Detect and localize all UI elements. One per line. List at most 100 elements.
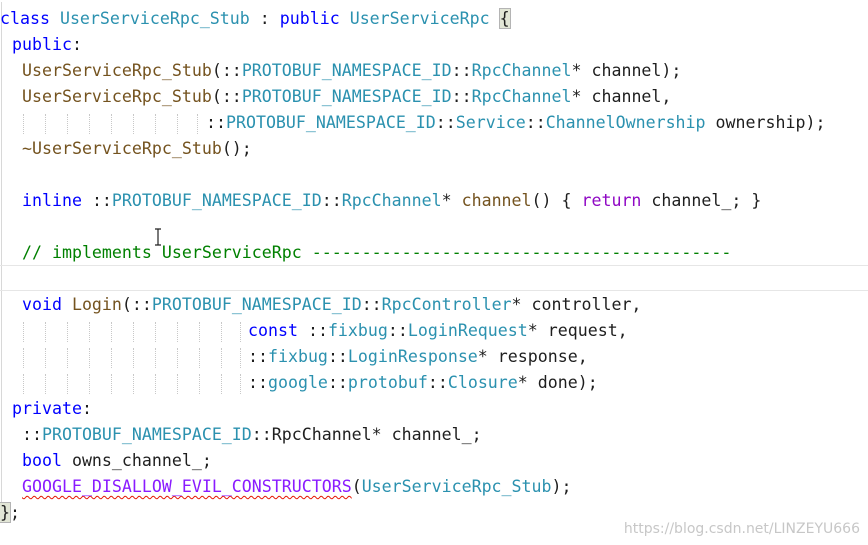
control-token: return [581, 191, 642, 210]
code-token: * response, [477, 347, 588, 366]
code-line[interactable]: // implements UserServiceRpc -----------… [22, 240, 731, 266]
code-line[interactable]: GOOGLE_DISALLOW_EVIL_CONSTRUCTORS(UserSe… [22, 474, 572, 500]
code-token: ownership); [705, 113, 826, 132]
code-token: :: [451, 87, 472, 106]
indent-guide [133, 374, 134, 394]
type-token: PROTOBUF_NAMESPACE_ID [111, 191, 322, 210]
function-token: ~UserServiceRpc_Stub [22, 139, 222, 158]
code-line[interactable]: }; [0, 500, 20, 526]
code-token: (:: [121, 295, 152, 314]
indent-guide [67, 348, 68, 368]
keyword-token: class [0, 9, 60, 28]
indent-guide [111, 322, 112, 342]
code-token: * request, [527, 321, 628, 340]
code-token: * [441, 191, 462, 210]
code-token: * channel, [571, 87, 672, 106]
indent-guide [240, 374, 241, 394]
indent-guide [89, 114, 90, 134]
indent-guide [45, 322, 46, 342]
keyword-token: const [248, 321, 308, 340]
code-token: :: [451, 61, 472, 80]
indent-guide [23, 348, 24, 368]
indent-guide [89, 374, 90, 394]
type-token: PROTOBUF_NAMESPACE_ID [41, 425, 252, 444]
function-token: Login [71, 295, 122, 314]
code-line[interactable]: const ::fixbug::LoginRequest* request, [248, 318, 628, 344]
code-line[interactable]: private: [12, 396, 92, 422]
keyword-token: inline [22, 191, 92, 210]
indent-guide [133, 322, 134, 342]
indent-guide [221, 348, 222, 368]
indent-guide [111, 348, 112, 368]
type-token: ChannelOwnership [545, 113, 706, 132]
indent-guide [45, 114, 46, 134]
code-line[interactable]: public: [12, 32, 82, 58]
code-token: ( [351, 477, 362, 496]
indent-guide [197, 114, 198, 134]
keyword-token: bool [22, 451, 72, 470]
code-editor[interactable]: class UserServiceRpc_Stub : public UserS… [0, 0, 868, 545]
code-token: (:: [211, 87, 242, 106]
type-token: RpcChannel [471, 87, 572, 106]
code-token: (); [221, 139, 252, 158]
code-token: ; [10, 503, 20, 522]
code-line[interactable]: bool owns_channel_; [22, 448, 212, 474]
code-line[interactable]: inline ::PROTOBUF_NAMESPACE_ID::RpcChann… [22, 188, 761, 214]
keyword-token: private [12, 399, 82, 418]
indent-guide [23, 374, 24, 394]
code-token: () { [531, 191, 582, 210]
code-line[interactable]: ~UserServiceRpc_Stub(); [22, 136, 252, 162]
code-token: :: [91, 191, 112, 210]
indent-guide [221, 374, 222, 394]
text-cursor-icon [155, 228, 161, 246]
indent-guide [177, 322, 178, 342]
code-token: :: [248, 347, 268, 366]
code-token: * done); [517, 373, 598, 392]
indent-guide [155, 374, 156, 394]
indent-guide [155, 348, 156, 368]
code-token: * controller, [511, 295, 642, 314]
function-token: UserServiceRpc_Stub [22, 61, 212, 80]
code-token: :: [525, 113, 546, 132]
indent-guide [45, 374, 46, 394]
code-token: (:: [211, 61, 242, 80]
indent-guide [111, 114, 112, 134]
code-token: :: [248, 373, 268, 392]
type-token: Service [455, 113, 526, 132]
code-token: :: [321, 191, 342, 210]
code-line[interactable]: UserServiceRpc_Stub(::PROTOBUF_NAMESPACE… [22, 84, 671, 110]
indent-guide [67, 374, 68, 394]
code-line[interactable]: ::PROTOBUF_NAMESPACE_ID::RpcChannel* cha… [22, 422, 482, 448]
type-token: PROTOBUF_NAMESPACE_ID [241, 61, 452, 80]
code-token: ); [551, 477, 572, 496]
code-line[interactable]: void Login(::PROTOBUF_NAMESPACE_ID::RpcC… [22, 292, 641, 318]
type-token: UserServiceRpc_Stub [361, 477, 552, 496]
code-token: :: [361, 295, 382, 314]
type-token: google [267, 373, 328, 392]
code-line[interactable]: ::fixbug::LoginResponse* response, [248, 344, 588, 370]
function-token: channel [461, 191, 532, 210]
code-token: * channel); [571, 61, 682, 80]
keyword-token: public [12, 35, 72, 54]
type-token: UserServiceRpc [349, 9, 490, 28]
indent-guide [133, 348, 134, 368]
indent-guide [240, 322, 241, 342]
indent-guide [177, 114, 178, 134]
code-line[interactable]: ::PROTOBUF_NAMESPACE_ID::Service::Channe… [206, 110, 825, 136]
keyword-token: void [22, 295, 72, 314]
type-token: RpcController [381, 295, 512, 314]
type-token: fixbug [267, 347, 328, 366]
code-token: :: [307, 321, 328, 340]
code-token: :: [327, 373, 348, 392]
type-token: LoginResponse [347, 347, 478, 366]
indent-guide [133, 114, 134, 134]
type-token: protobuf [347, 373, 428, 392]
indent-guide [155, 322, 156, 342]
code-line[interactable]: ::google::protobuf::Closure* done); [248, 370, 598, 396]
code-line[interactable]: UserServiceRpc_Stub(::PROTOBUF_NAMESPACE… [22, 58, 681, 84]
code-token: channel_; } [641, 191, 762, 210]
type-token: PROTOBUF_NAMESPACE_ID [241, 87, 452, 106]
current-line-highlight [0, 265, 868, 291]
code-line[interactable]: class UserServiceRpc_Stub : public UserS… [0, 6, 511, 32]
